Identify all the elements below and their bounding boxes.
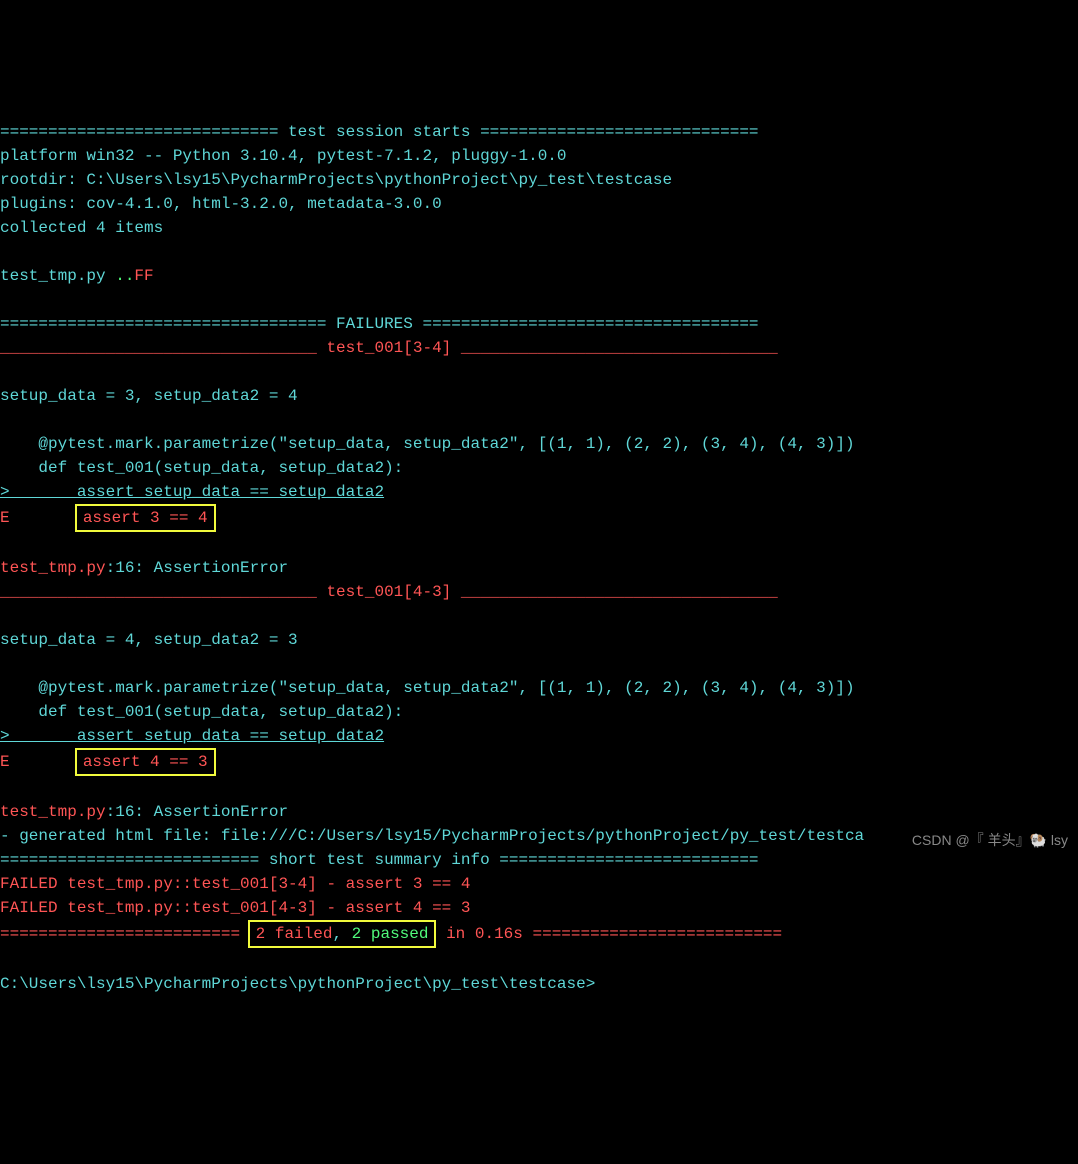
test1-error-highlight: assert 3 == 4 xyxy=(75,504,216,532)
test2-error-highlight: assert 4 == 3 xyxy=(75,748,216,776)
test2-error-prefix: E xyxy=(0,753,77,771)
test2-assert: > assert setup_data == setup_data2 xyxy=(0,727,384,745)
collected-line: collected 4 items xyxy=(0,219,163,237)
plugins-line: plugins: cov-4.1.0, html-3.2.0, metadata… xyxy=(0,195,442,213)
summary-header: =========================== short test s… xyxy=(0,851,759,869)
test1-loc-line: :16: AssertionError xyxy=(106,559,288,577)
rootdir-line: rootdir: C:\Users\lsy15\PycharmProjects\… xyxy=(0,171,672,189)
summary-time: in 0.16s xyxy=(436,925,522,943)
test2-error: assert 4 == 3 xyxy=(83,753,208,771)
summary-prefix: ========================= xyxy=(0,925,250,943)
test2-decorator: @pytest.mark.parametrize("setup_data, se… xyxy=(0,679,855,697)
test-file: test_tmp.py xyxy=(0,267,115,285)
test1-loc-file: test_tmp.py xyxy=(0,559,106,577)
html-report: - generated html file: file:///C:/Users/… xyxy=(0,827,864,845)
summary-fail2: FAILED test_tmp.py::test_001[4-3] - asse… xyxy=(0,899,470,917)
summary-highlight: 2 failed, 2 passed xyxy=(248,920,437,948)
test1-error-prefix: E xyxy=(0,509,77,527)
failures-header: ================================== FAILU… xyxy=(0,315,759,333)
prompt[interactable]: C:\Users\lsy15\PycharmProjects\pythonPro… xyxy=(0,975,595,993)
test1-name: _________________________________ test_0… xyxy=(0,339,778,357)
test1-def: def test_001(setup_data, setup_data2): xyxy=(0,459,403,477)
test1-setup: setup_data = 3, setup_data2 = 4 xyxy=(0,387,298,405)
test1-error: assert 3 == 4 xyxy=(83,509,208,527)
session-header: ============================= test sessi… xyxy=(0,123,759,141)
summary-passed: 2 passed xyxy=(352,925,429,943)
test-pass: .. xyxy=(115,267,134,285)
test2-name: _________________________________ test_0… xyxy=(0,583,778,601)
test-fail: FF xyxy=(134,267,153,285)
summary-suffix: ========================== xyxy=(523,925,782,943)
test2-loc-line: :16: AssertionError xyxy=(106,803,288,821)
summary-comma: , xyxy=(332,925,351,943)
test1-decorator: @pytest.mark.parametrize("setup_data, se… xyxy=(0,435,855,453)
watermark: CSDN @『 羊头』🐏 lsy xyxy=(912,828,1068,852)
test1-assert: > assert setup_data == setup_data2 xyxy=(0,483,384,501)
summary-fail1: FAILED test_tmp.py::test_001[3-4] - asse… xyxy=(0,875,470,893)
test2-loc-file: test_tmp.py xyxy=(0,803,106,821)
test2-def: def test_001(setup_data, setup_data2): xyxy=(0,703,403,721)
test2-setup: setup_data = 4, setup_data2 = 3 xyxy=(0,631,298,649)
terminal-output: ============================= test sessi… xyxy=(0,96,1078,996)
platform-line: platform win32 -- Python 3.10.4, pytest-… xyxy=(0,147,567,165)
summary-failed: 2 failed xyxy=(256,925,333,943)
